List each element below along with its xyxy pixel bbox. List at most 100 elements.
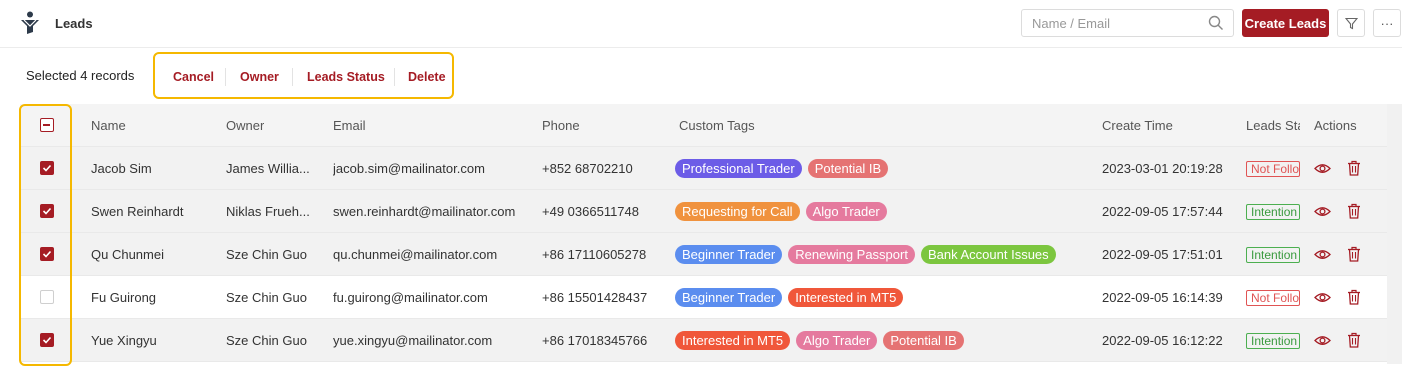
cell-name: Qu Chunmei [91,247,164,262]
row-checkbox[interactable] [40,161,54,175]
delete-trash-icon[interactable] [1347,289,1361,305]
owner-button[interactable]: Owner [240,70,279,84]
cell-email: jacob.sim@mailinator.com [333,161,485,176]
view-eye-icon[interactable] [1314,333,1331,348]
tag-badge: Professional Trader [675,159,802,178]
select-all-checkbox[interactable] [40,118,54,132]
row-checkbox[interactable] [40,247,54,261]
table-row[interactable]: Yue Xingyu Sze Chin Guo yue.xingyu@mailina… [20,319,1387,362]
search-box[interactable] [1021,9,1234,37]
divider [292,68,293,86]
delete-trash-icon[interactable] [1347,332,1361,348]
view-eye-icon[interactable] [1314,161,1331,176]
delete-button[interactable]: Delete [408,70,446,84]
tag-badge: Potential IB [883,331,964,350]
status-badge: Not Follo [1246,161,1300,177]
top-header: Leads Create Leads ··· [0,0,1402,48]
vertical-scrollbar[interactable] [1387,104,1402,364]
cell-name: Swen Reinhardt [91,204,184,219]
column-header-phone[interactable]: Phone [542,104,580,147]
leads-funnel-icon [21,11,39,34]
custom-tags: Professional Trader Potential IB [675,159,889,178]
cell-name: Fu Guirong [91,290,157,305]
cell-owner: Sze Chin Guo [226,290,307,305]
bulk-action-bar: Cancel Owner Leads Status Delete [153,52,454,99]
table-row[interactable]: Qu Chunmei Sze Chin Guo qu.chunmei@mailina… [20,233,1387,276]
divider [394,68,395,86]
cell-create-time: 2023-03-01 20:19:28 [1102,161,1223,176]
column-header-custom-tags[interactable]: Custom Tags [679,104,755,147]
cell-email: fu.guirong@mailinator.com [333,290,488,305]
column-header-leads-status[interactable]: Leads Sta [1246,104,1300,147]
cell-create-time: 2022-09-05 16:14:39 [1102,290,1223,305]
tag-badge: Requesting for Call [675,202,800,221]
cell-owner: James Willia... [226,161,310,176]
view-eye-icon[interactable] [1314,290,1331,305]
tag-badge: Renewing Passport [788,245,915,264]
delete-trash-icon[interactable] [1347,203,1361,219]
selected-count: Selected 4 records [26,68,135,83]
more-icon: ··· [1380,15,1394,31]
cell-phone: +86 17018345766 [542,333,648,348]
custom-tags: Interested in MT5 Algo Trader Potential IB [675,331,964,350]
tag-badge: Beginner Trader [675,245,783,264]
status-badge: Intention [1246,247,1300,263]
column-header-create-time[interactable]: Create Time [1102,104,1173,147]
delete-trash-icon[interactable] [1347,160,1361,176]
tag-badge: Algo Trader [805,202,887,221]
divider [225,68,226,86]
status-badge: Intention [1246,333,1300,349]
custom-tags: Requesting for Call Algo Trader [675,202,887,221]
cell-phone: +86 17110605278 [542,247,647,262]
search-input[interactable] [1022,10,1192,36]
tag-badge: Beginner Trader [675,288,783,307]
more-options-button[interactable]: ··· [1373,9,1401,37]
check-icon [42,250,52,258]
row-checkbox[interactable] [40,290,54,304]
check-icon [42,164,52,172]
search-icon[interactable] [1208,15,1224,31]
column-header-email[interactable]: Email [333,104,366,147]
cancel-button[interactable]: Cancel [173,70,214,84]
cell-email: swen.reinhardt@mailinator.com [333,204,516,219]
view-eye-icon[interactable] [1314,247,1331,262]
status-badge: Intention [1246,204,1300,220]
table-row[interactable]: Jacob Sim James Willia... jacob.sim@mailin… [20,147,1387,190]
check-icon [42,207,52,215]
create-leads-button[interactable]: Create Leads [1242,9,1329,37]
table-header: Name Owner Email Phone Custom Tags Creat… [20,104,1387,147]
cell-name: Yue Xingyu [91,333,157,348]
view-eye-icon[interactable] [1314,204,1331,219]
filter-icon [1344,17,1358,29]
cell-name: Jacob Sim [91,161,152,176]
row-checkbox[interactable] [40,333,54,347]
delete-trash-icon[interactable] [1347,246,1361,262]
cell-create-time: 2022-09-05 16:12:22 [1102,333,1223,348]
cell-create-time: 2022-09-05 17:51:01 [1102,247,1223,262]
cell-owner: Sze Chin Guo [226,247,307,262]
column-header-owner[interactable]: Owner [226,104,264,147]
tag-badge: Interested in MT5 [788,288,904,307]
filter-button[interactable] [1337,9,1365,37]
tag-badge: Algo Trader [796,331,878,350]
table-row[interactable]: Fu Guirong Sze Chin Guo fu.guirong@mailina… [20,276,1387,319]
check-icon [42,336,52,344]
cell-owner: Niklas Frueh... [226,204,310,219]
cell-phone: +86 15501428437 [542,290,648,305]
cell-email: qu.chunmei@mailinator.com [333,247,498,262]
page-title: Leads [55,16,93,31]
tag-badge: Potential IB [807,159,889,178]
table-row[interactable]: Swen Reinhardt Niklas Frueh... swen.reinha… [20,190,1387,233]
cell-owner: Sze Chin Guo [226,333,307,348]
leads-status-button[interactable]: Leads Status [307,70,385,84]
cell-create-time: 2022-09-05 17:57:44 [1102,204,1223,219]
custom-tags: Beginner Trader Renewing Passport Bank Acc… [675,245,1056,264]
column-header-name[interactable]: Name [91,104,126,147]
cell-phone: +852 68702210 [542,161,633,176]
status-badge: Not Follo [1246,290,1300,306]
row-checkbox[interactable] [40,204,54,218]
cell-email: yue.xingyu@mailinator.com [333,333,493,348]
cell-phone: +49 0366511748 [542,204,639,219]
column-header-actions: Actions [1314,118,1357,133]
tag-badge: Bank Account Issues [920,245,1056,264]
